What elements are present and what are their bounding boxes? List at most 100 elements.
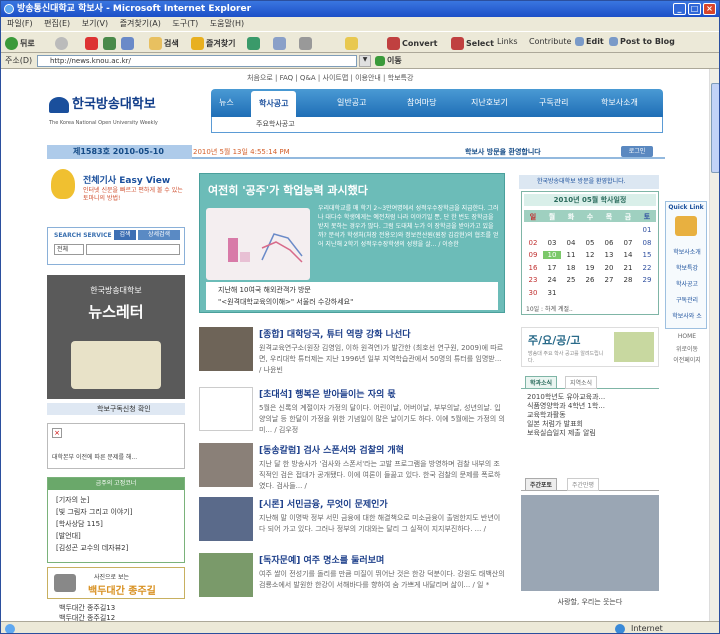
history-button[interactable]	[247, 37, 262, 50]
photo-caption[interactable]: 사랑할, 우리는 웃는다	[521, 597, 659, 607]
login-button[interactable]: 로그인	[621, 146, 653, 157]
calendar-day[interactable]: 20	[600, 264, 618, 272]
print-button[interactable]	[299, 37, 314, 50]
home-button[interactable]	[121, 37, 136, 50]
calendar-day[interactable]: 15	[638, 251, 656, 259]
calendar-day[interactable]: 08	[638, 239, 656, 247]
calendar-day[interactable]: 02	[524, 239, 542, 247]
maximize-button[interactable]: □	[688, 3, 701, 15]
stop-button[interactable]	[85, 37, 100, 50]
calendar-day[interactable]: 23	[524, 276, 542, 284]
calendar-day[interactable]: 18	[562, 264, 580, 272]
nav-participation[interactable]: 참여마당	[407, 97, 436, 108]
calendar-day[interactable]: 16	[524, 264, 542, 272]
article-thumbnail[interactable]	[199, 497, 253, 541]
search-category-select[interactable]: 전체	[54, 244, 84, 255]
address-dropdown-icon[interactable]: ▼	[359, 55, 371, 67]
calendar-day[interactable]: 01	[638, 226, 656, 234]
convert-button[interactable]: Convert	[387, 37, 437, 50]
top-links[interactable]: 처음으로 | FAQ | Q&A | 사이트맵 | 이용안내 | 학보특강	[247, 73, 413, 83]
feature-sub-item[interactable]: 지난해 10여국 해외관객가 방문	[218, 284, 486, 296]
post-blog-button[interactable]: Post to Blog	[609, 37, 675, 46]
calendar-day[interactable]: 24	[543, 276, 561, 284]
calendar-day[interactable]: 11	[562, 251, 580, 259]
subnav-main-notice[interactable]: 주요학사공고	[256, 120, 295, 128]
quick-link-subscribe[interactable]: 구독관리	[669, 295, 705, 304]
menu-favorites[interactable]: 즐겨찾기(A)	[120, 19, 161, 28]
scrollbar-thumb[interactable]	[711, 83, 719, 173]
nav-about[interactable]: 학보사소개	[601, 97, 638, 108]
article-headline[interactable]: [독자문예] 여주 명소를 둘러보며	[259, 553, 384, 566]
forward-button[interactable]	[55, 37, 70, 50]
calendar-day[interactable]: 03	[543, 239, 561, 247]
calendar-day[interactable]: 12	[581, 251, 599, 259]
photo-list-item[interactable]: 백두대간 종주길12	[59, 613, 115, 621]
column-item[interactable]: [발언대]	[56, 530, 133, 542]
photo-banner[interactable]: 사진으로 보는 백두대간 종주길	[47, 567, 185, 599]
minimize-button[interactable]: _	[673, 3, 686, 15]
nav-past-issues[interactable]: 지난호보기	[471, 97, 508, 108]
news-item[interactable]: 식품영양학과 4학년 1학...	[527, 402, 605, 411]
article-thumbnail[interactable]	[199, 443, 253, 487]
nav-news[interactable]: 뉴스	[219, 97, 234, 108]
calendar-day[interactable]: 30	[524, 289, 542, 297]
tab-weekly-photo[interactable]: 주간포토	[525, 478, 558, 491]
quick-link-notice[interactable]: 학사공고	[669, 279, 705, 288]
calendar-day[interactable]: 17	[543, 264, 561, 272]
article-headline[interactable]: [초대석] 행복은 받아들이는 자의 몫	[259, 387, 396, 400]
quick-link-about[interactable]: 학보사소개	[669, 247, 705, 256]
article-headline[interactable]: [시론] 서민금융, 무엇이 문제인가	[259, 497, 388, 510]
search-submit-button[interactable]: 검색	[114, 230, 136, 240]
article-thumbnail[interactable]	[199, 327, 253, 371]
favorites-button[interactable]: 즐겨찾기	[191, 37, 235, 50]
notice-link[interactable]: 대학본부 이전에 따른 문제를 해...	[52, 452, 137, 461]
mail-button[interactable]	[273, 37, 288, 50]
search-button[interactable]: 검색	[149, 37, 179, 50]
nav-general-notice[interactable]: 일반공고	[337, 97, 366, 108]
calendar-day[interactable]: 09	[524, 251, 542, 259]
calendar-day[interactable]: 25	[562, 276, 580, 284]
site-logo[interactable]: 한국방송대학보	[49, 93, 156, 113]
detail-search-button[interactable]: 상세검색	[138, 230, 180, 240]
newsletter-banner[interactable]: 한국방송대학보 뉴스레터	[47, 275, 185, 399]
nav-subscription[interactable]: 구독관리	[539, 97, 568, 108]
weekly-photo[interactable]	[521, 495, 659, 591]
calendar-day[interactable]: 13	[600, 251, 618, 259]
article-thumbnail[interactable]	[199, 387, 253, 431]
close-button[interactable]: ×	[703, 3, 716, 15]
calendar-day[interactable]: 04	[562, 239, 580, 247]
article-headline[interactable]: [종합] 대학당국, 튜터 역량 강화 나선다	[259, 327, 411, 340]
vertical-scrollbar[interactable]	[709, 69, 719, 621]
tab-weekly-cartoon[interactable]: 주간만평	[567, 478, 600, 491]
search-input[interactable]	[86, 244, 180, 255]
menu-view[interactable]: 보기(V)	[82, 19, 108, 28]
column-item[interactable]: [김성곤 교수의 데자뷰2]	[56, 542, 133, 554]
news-item[interactable]: 일본 처럼가 발표회	[527, 420, 605, 429]
calendar-day[interactable]: 26	[581, 276, 599, 284]
subscribe-check-link[interactable]: 학보구독신청 확인	[47, 403, 185, 415]
quick-link-back[interactable]: 이전페이지	[669, 355, 705, 364]
select-button[interactable]: Select	[451, 37, 494, 50]
refresh-button[interactable]	[103, 37, 118, 50]
quick-link-lecture[interactable]: 학보특강	[669, 263, 705, 272]
folder-button[interactable]	[345, 37, 360, 50]
menu-help[interactable]: 도움말(H)	[210, 19, 244, 28]
edit-button[interactable]: Edit	[575, 37, 604, 46]
quick-link-contact[interactable]: 학보사와 소	[669, 311, 705, 320]
easyview-title[interactable]: 전체기사 Easy View	[83, 173, 170, 186]
calendar-day[interactable]: 14	[619, 251, 637, 259]
feature-box[interactable]: 여전히 '공주'가 학업능력 과시했다 우리대학교를 매 학기 2~3만여명에서…	[199, 173, 505, 313]
calendar-day[interactable]: 10	[543, 251, 561, 259]
column-item[interactable]: [빛 그림자 그리고 이야기]	[56, 506, 133, 518]
calendar-day[interactable]: 28	[619, 276, 637, 284]
article-headline[interactable]: [동송칼럼] 검사 스폰서와 검찰의 개혁	[259, 443, 404, 456]
contribute-button[interactable]: Contribute	[529, 37, 571, 46]
tab-department-news[interactable]: 학과소식	[525, 376, 558, 389]
calendar-day[interactable]: 29	[638, 276, 656, 284]
menu-tools[interactable]: 도구(T)	[172, 19, 198, 28]
main-notice-banner[interactable]: 주/요/공/고 방송대 주요 학사 공고를 알려드립니다.	[521, 327, 659, 367]
links-button[interactable]: Links	[497, 37, 518, 46]
calendar-day[interactable]: 06	[600, 239, 618, 247]
calendar-day[interactable]: 27	[600, 276, 618, 284]
calendar-day[interactable]: 22	[638, 264, 656, 272]
